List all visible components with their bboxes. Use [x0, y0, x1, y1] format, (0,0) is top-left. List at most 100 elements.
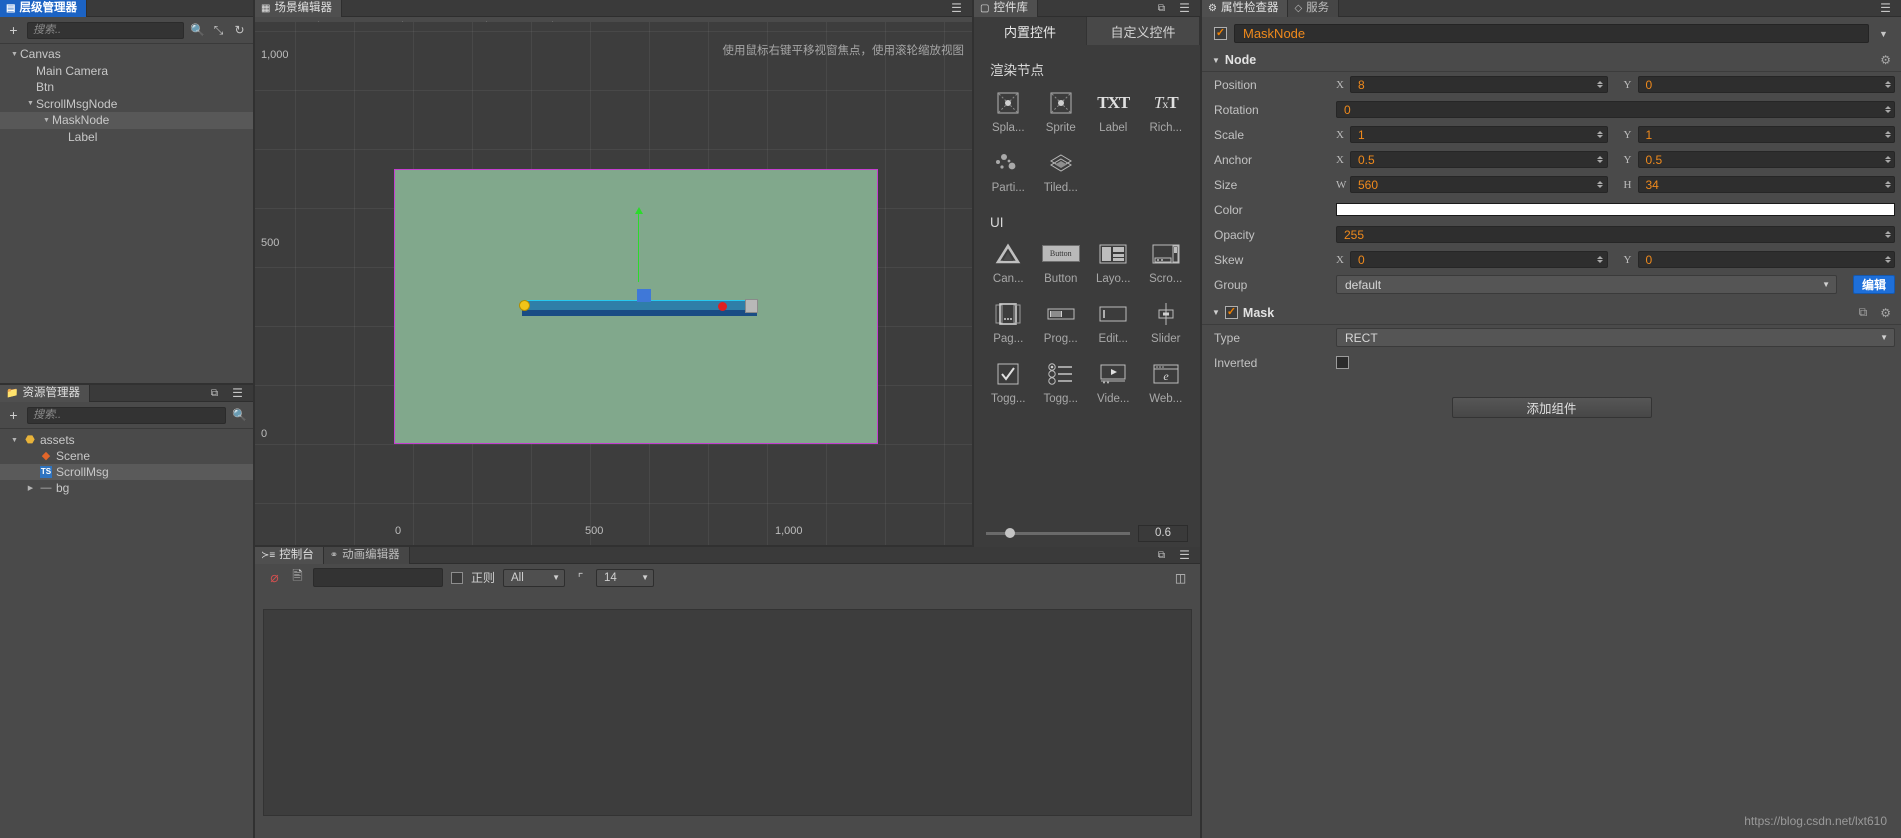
regex-checkbox[interactable] — [451, 571, 463, 584]
asset-item-scrollmsg[interactable]: ▼ TS ScrollMsg — [0, 464, 253, 480]
chevron-right-icon[interactable]: ▶ — [25, 484, 36, 492]
widget-item-button[interactable]: Button Button — [1035, 240, 1088, 292]
node-section-gear-icon[interactable]: ⚙ — [1880, 53, 1891, 67]
subtab-builtin-widgets[interactable]: 内置控件 — [974, 17, 1087, 45]
spinner-icon[interactable] — [1595, 127, 1606, 142]
chevron-down-icon[interactable]: ▼ — [41, 117, 52, 124]
assets-search-input[interactable] — [27, 406, 226, 424]
asset-item-scene[interactable]: ▼ ◆ Scene — [0, 448, 253, 464]
gizmo-anchor-dot[interactable] — [519, 300, 530, 311]
spinner-icon[interactable] — [1882, 227, 1893, 242]
skew-x-input[interactable]: 0 — [1350, 251, 1608, 268]
gizmo-resize-handle[interactable] — [745, 299, 758, 313]
canvas-node-rect[interactable] — [394, 169, 878, 444]
widget-item-progressbar[interactable]: Prog... — [1035, 300, 1088, 352]
spinner-icon[interactable] — [1595, 177, 1606, 192]
expand-icon[interactable]: ⤡ — [211, 23, 226, 38]
widget-item-canvas[interactable]: Can... — [982, 240, 1035, 292]
skew-y-input[interactable]: 0 — [1637, 251, 1895, 268]
spinner-icon[interactable] — [1882, 252, 1893, 267]
widget-item-particle[interactable]: Parti... — [982, 149, 1035, 201]
widget-item-scrollview[interactable]: Scro... — [1140, 240, 1193, 292]
type-select[interactable]: RECT ▼ — [1336, 328, 1895, 347]
spinner-icon[interactable] — [1882, 77, 1893, 92]
chevron-down-icon[interactable]: ▼ — [9, 51, 20, 58]
node-enabled-checkbox[interactable]: ✓ — [1214, 27, 1227, 40]
widget-item-richtext[interactable]: TxT Rich... — [1140, 89, 1193, 141]
node-name-dropdown-icon[interactable]: ▼ — [1876, 26, 1891, 41]
widget-item-pageview[interactable]: Pag... — [982, 300, 1035, 352]
rotation-input[interactable]: 0 — [1336, 101, 1895, 118]
widget-item-layout[interactable]: Layo... — [1087, 240, 1140, 292]
size-h-input[interactable]: 34 — [1637, 176, 1895, 193]
scene-hamburger-icon[interactable]: ☰ — [949, 1, 964, 16]
console-output-area[interactable] — [263, 609, 1192, 816]
add-asset-button[interactable]: + — [6, 407, 21, 423]
subtab-custom-widgets[interactable]: 自定义控件 — [1087, 17, 1200, 45]
console-filter-input[interactable] — [313, 568, 443, 587]
asset-item-assets[interactable]: ▼ ⬣ assets — [0, 432, 253, 448]
inverted-checkbox[interactable] — [1336, 356, 1349, 369]
hierarchy-node-canvas[interactable]: ▼ Canvas — [0, 46, 253, 63]
tab-service[interactable]: ◇ 服务 — [1288, 0, 1340, 17]
widget-item-togglegroup[interactable]: Togg... — [1035, 360, 1088, 412]
mask-copy-icon[interactable]: ⧉ — [1859, 305, 1868, 320]
widget-item-toggle[interactable]: Togg... — [982, 360, 1035, 412]
mask-enabled-checkbox[interactable]: ✓ — [1224, 306, 1238, 319]
scale-x-input[interactable]: 1 — [1350, 126, 1608, 143]
position-x-input[interactable]: 8 — [1350, 76, 1608, 93]
spinner-icon[interactable] — [1595, 152, 1606, 167]
widget-item-webview[interactable]: e Web... — [1140, 360, 1193, 412]
hierarchy-search-input[interactable] — [27, 21, 184, 39]
position-y-input[interactable]: 0 — [1637, 76, 1895, 93]
hierarchy-node-label[interactable]: ▼Label — [0, 129, 253, 146]
hamburger-icon[interactable]: ☰ — [230, 386, 245, 401]
widgetlib-hamburger-icon[interactable]: ☰ — [1177, 1, 1192, 16]
tab-console[interactable]: ≻≡ 控制台 — [255, 547, 324, 564]
spinner-icon[interactable] — [1882, 152, 1893, 167]
spinner-icon[interactable] — [1595, 77, 1606, 92]
group-edit-button[interactable]: 编辑 — [1852, 275, 1895, 294]
copy-icon[interactable]: ⧉ — [207, 386, 222, 401]
group-select[interactable]: default ▼ — [1336, 275, 1837, 294]
widget-item-video[interactable]: Vide... — [1087, 360, 1140, 412]
opacity-input[interactable]: 255 — [1336, 226, 1895, 243]
color-swatch[interactable] — [1336, 203, 1895, 216]
tab-scene-editor[interactable]: ▦ 场景编辑器 — [255, 0, 342, 17]
search-icon[interactable]: 🔍 — [190, 23, 205, 38]
console-copy-icon[interactable]: ⧉ — [1154, 548, 1169, 563]
node-name-input[interactable]: MaskNode — [1234, 24, 1869, 43]
widget-item-tiledmap[interactable]: Tiled... — [1035, 149, 1088, 201]
mask-section-header[interactable]: ▼ ✓ Mask ⧉ ⚙ — [1202, 301, 1901, 325]
chevron-down-icon[interactable]: ▼ — [9, 437, 20, 444]
inspector-hamburger-icon[interactable]: ☰ — [1878, 1, 1893, 16]
anchor-y-input[interactable]: 0.5 — [1637, 151, 1895, 168]
scale-y-input[interactable]: 1 — [1637, 126, 1895, 143]
gizmo-x-axis-dot[interactable] — [718, 302, 727, 311]
spinner-icon[interactable] — [1882, 102, 1893, 117]
zoom-slider-knob[interactable] — [1004, 527, 1015, 538]
maximize-icon[interactable]: ◫ — [1173, 570, 1188, 585]
gizmo-center-handle[interactable] — [637, 289, 651, 302]
assets-search-icon[interactable]: 🔍 — [232, 408, 247, 423]
tab-inspector[interactable]: ⚙ 属性检查器 — [1202, 0, 1289, 17]
float-window-icon[interactable]: ⧉ — [1154, 1, 1169, 16]
tab-assets[interactable]: 📁 资源管理器 — [0, 385, 90, 402]
spinner-icon[interactable] — [1882, 127, 1893, 142]
node-section-header[interactable]: ▼ Node ⚙ — [1202, 49, 1901, 72]
file-icon[interactable]: 🖹 — [290, 568, 305, 585]
widget-item-sprite[interactable]: Sprite — [1035, 89, 1088, 141]
hierarchy-node-main-camera[interactable]: ▼Main Camera — [0, 63, 253, 80]
clear-forbidden-icon[interactable]: ⌀ — [267, 569, 282, 585]
add-node-button[interactable]: + — [6, 22, 21, 38]
font-size-icon[interactable]: ⌜ — [573, 570, 588, 585]
anchor-x-input[interactable]: 0.5 — [1350, 151, 1608, 168]
console-hamburger-icon[interactable]: ☰ — [1177, 548, 1192, 563]
widget-item-splash[interactable]: Spla... — [982, 89, 1035, 141]
widget-item-editbox[interactable]: Edit... — [1087, 300, 1140, 352]
console-font-size-select[interactable]: 14 ▼ — [596, 568, 655, 587]
spinner-icon[interactable] — [1882, 177, 1893, 192]
tab-hierarchy[interactable]: ▤ 层级管理器 — [0, 0, 87, 17]
tab-widget-library[interactable]: ▢ 控件库 — [974, 0, 1038, 17]
spinner-icon[interactable] — [1595, 252, 1606, 267]
